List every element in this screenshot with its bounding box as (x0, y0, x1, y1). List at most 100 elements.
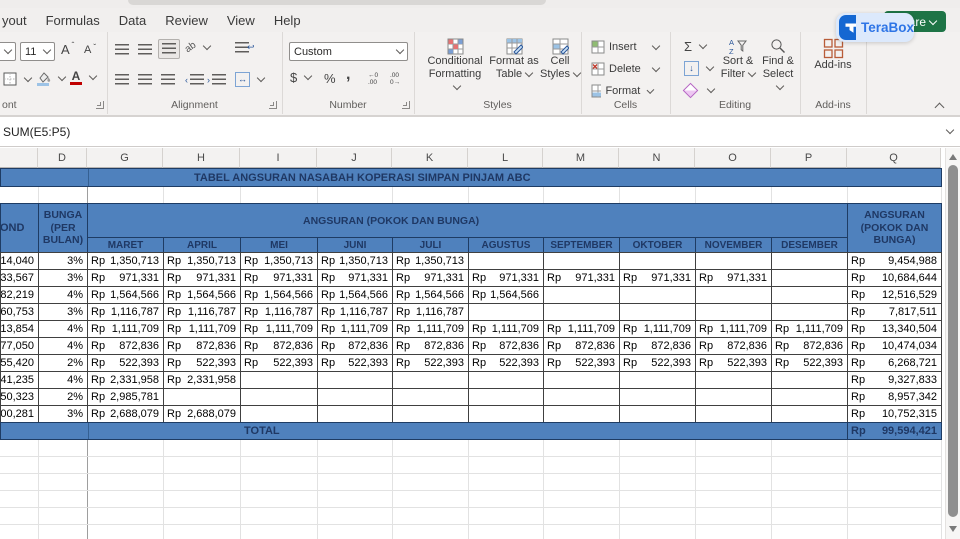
cell-month-empty[interactable] (695, 371, 772, 389)
font-color-button[interactable]: A (70, 70, 98, 85)
orientation-button[interactable]: ab (183, 40, 212, 55)
cell-month-amount[interactable]: Rp 1,350,713 (317, 252, 393, 270)
cell-month-amount[interactable]: Rp 971,331 (468, 269, 544, 287)
cell-month-empty[interactable] (240, 388, 318, 406)
cell-row-total[interactable]: Rp 9,454,988 (847, 252, 942, 270)
col-header-I[interactable]: I (240, 148, 317, 168)
cell-month-amount[interactable]: Rp 1,564,566 (163, 286, 241, 304)
align-bottom-button[interactable] (158, 39, 180, 59)
decrease-font-size-button[interactable]: Aˇ (84, 43, 96, 57)
header-month-maret[interactable]: MARET (87, 237, 164, 253)
menu-tab-help[interactable]: Help (274, 13, 301, 28)
cell-row-total[interactable]: Rp 6,268,721 (847, 354, 942, 372)
header-angsuran-cell[interactable]: ANGSURAN (POKOK DAN BUNGA) (87, 203, 848, 238)
align-middle-button[interactable] (138, 44, 152, 55)
cell-month-empty[interactable] (163, 388, 241, 406)
cell-bunga[interactable]: 4% (38, 337, 88, 355)
cell-month-amount[interactable]: Rp 872,836 (543, 337, 620, 355)
col-header-N[interactable]: N (619, 148, 695, 168)
cell-plafond[interactable]: 33,567 (0, 269, 39, 287)
cell-month-amount[interactable]: Rp 522,393 (317, 354, 393, 372)
cell-row-total[interactable]: Rp 10,684,644 (847, 269, 942, 287)
col-header-H[interactable]: H (163, 148, 240, 168)
cell-bunga[interactable]: 3% (38, 405, 88, 423)
cell-month-amount[interactable]: Rp 1,111,709 (317, 320, 393, 338)
cell-month-amount[interactable]: Rp 2,331,958 (163, 371, 241, 389)
cell-plafond[interactable]: 60,753 (0, 303, 39, 321)
cell-styles-button[interactable]: Cell Styles (540, 38, 582, 81)
cell-bunga[interactable]: 3% (38, 269, 88, 287)
header-month-juli[interactable]: JULI (392, 237, 469, 253)
cell-month-amount[interactable]: Rp 522,393 (695, 354, 772, 372)
cell-bunga[interactable]: 2% (38, 354, 88, 372)
cell-month-amount[interactable]: Rp 1,111,709 (240, 320, 318, 338)
cell-month-amount[interactable]: Rp 1,116,787 (240, 303, 318, 321)
find-select-button[interactable]: Find & Select (758, 38, 798, 94)
formula-bar[interactable]: SUM(E5:P5) (0, 116, 960, 147)
conditional-formatting-button[interactable]: Conditional Formatting (424, 38, 486, 94)
cell-month-amount[interactable]: Rp 1,111,709 (695, 320, 772, 338)
cell-month-empty[interactable] (317, 388, 393, 406)
header-month-april[interactable]: APRIL (163, 237, 241, 253)
cell-month-amount[interactable]: Rp 971,331 (619, 269, 696, 287)
header-month-oktober[interactable]: OKTOBER (619, 237, 696, 253)
cell-plafond[interactable]: 55,420 (0, 354, 39, 372)
decrease-indent-button[interactable]: ‹ (185, 74, 204, 85)
header-month-mei[interactable]: MEI (240, 237, 318, 253)
cell-month-amount[interactable]: Rp 872,836 (771, 337, 848, 355)
cell-month-amount[interactable]: Rp 522,393 (240, 354, 318, 372)
collapse-ribbon-button[interactable] (934, 102, 945, 113)
cell-month-empty[interactable] (317, 405, 393, 423)
cell-month-empty[interactable] (468, 371, 544, 389)
font-size-combo[interactable]: 11 (20, 42, 55, 61)
insert-cells-button[interactable]: Insert (591, 40, 661, 54)
align-right-button[interactable] (161, 74, 175, 85)
cell-month-amount[interactable]: Rp 2,985,781 (87, 388, 164, 406)
addins-button[interactable]: Add-ins (810, 38, 856, 72)
scroll-up-icon[interactable] (949, 154, 957, 160)
cell-row-total[interactable]: Rp 9,327,833 (847, 371, 942, 389)
increase-indent-button[interactable]: › (207, 74, 226, 85)
cell-month-empty[interactable] (695, 303, 772, 321)
header-bunga-cell[interactable]: BUNGA (PER BULAN) (38, 203, 88, 253)
col-header-cut[interactable] (0, 148, 38, 168)
cell-month-amount[interactable]: Rp 1,350,713 (163, 252, 241, 270)
cell-month-empty[interactable] (619, 286, 696, 304)
format-cells-button[interactable]: Format (591, 84, 655, 98)
cell-month-empty[interactable] (695, 286, 772, 304)
clear-button[interactable] (682, 82, 716, 99)
col-header-P[interactable]: P (771, 148, 847, 168)
cell-month-amount[interactable]: Rp 1,350,713 (392, 252, 469, 270)
header-month-september[interactable]: SEPTEMBER (543, 237, 620, 253)
cell-month-amount[interactable]: Rp 1,116,787 (317, 303, 393, 321)
cell-month-amount[interactable]: Rp 1,116,787 (87, 303, 164, 321)
cell-bunga[interactable]: 4% (38, 286, 88, 304)
cell-month-empty[interactable] (468, 388, 544, 406)
cell-month-empty[interactable] (771, 269, 848, 287)
cell-row-total[interactable]: Rp 10,752,315 (847, 405, 942, 423)
header-month-agustus[interactable]: AGUSTUS (468, 237, 544, 253)
autosum-button[interactable]: Σ (684, 39, 708, 54)
cell-month-empty[interactable] (392, 371, 469, 389)
alignment-dialog-launcher[interactable] (269, 101, 277, 109)
cell-month-amount[interactable]: Rp 522,393 (619, 354, 696, 372)
header-month-november[interactable]: NOVEMBER (695, 237, 772, 253)
cell-month-amount[interactable]: Rp 1,111,709 (392, 320, 469, 338)
cell-month-empty[interactable] (771, 371, 848, 389)
cell-month-empty[interactable] (468, 252, 544, 270)
cell-month-empty[interactable] (771, 388, 848, 406)
cell-bunga[interactable]: 2% (38, 388, 88, 406)
cell-month-empty[interactable] (392, 388, 469, 406)
cell-month-empty[interactable] (543, 388, 620, 406)
cell-plafond[interactable]: 50,323 (0, 388, 39, 406)
cell-month-amount[interactable]: Rp 2,688,079 (87, 405, 164, 423)
cell-month-empty[interactable] (771, 405, 848, 423)
comma-style-button[interactable]: , (346, 66, 350, 84)
cell-month-empty[interactable] (771, 252, 848, 270)
cell-row-total[interactable]: Rp 10,474,034 (847, 337, 942, 355)
cell-month-amount[interactable]: Rp 1,116,787 (163, 303, 241, 321)
cell-month-amount[interactable]: Rp 872,836 (619, 337, 696, 355)
cell-month-empty[interactable] (240, 371, 318, 389)
scrollbar-thumb[interactable] (948, 165, 958, 517)
cell-row-total[interactable]: Rp 13,340,504 (847, 320, 942, 338)
